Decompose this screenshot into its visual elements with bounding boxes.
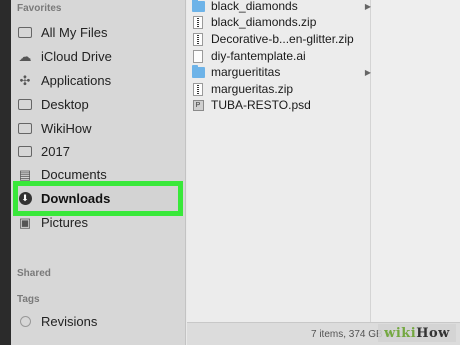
file-name: Decorative-b...en-glitter.zip xyxy=(211,32,354,46)
file-column: black_diamonds ▶ black_diamonds.zip Deco… xyxy=(187,0,371,322)
sidebar-item-label: Documents xyxy=(41,166,107,182)
sidebar-item-2017[interactable]: 2017 xyxy=(17,140,182,162)
sidebar-item-label: Revisions xyxy=(41,313,98,329)
sidebar-item-icloud-drive[interactable]: ☁ iCloud Drive xyxy=(17,45,182,67)
file-name: black_diamonds.zip xyxy=(211,15,317,29)
finder-window: Favorites All My Files ☁ iCloud Drive ✣ … xyxy=(11,0,460,345)
file-row[interactable]: marguerititas ▶ xyxy=(187,64,371,80)
file-browser: black_diamonds ▶ black_diamonds.zip Deco… xyxy=(187,0,460,345)
documents-icon: ▤ xyxy=(18,166,32,182)
watermark-part1: wiki xyxy=(384,325,417,341)
folder-icon xyxy=(17,120,33,136)
expand-arrow-icon: ▶ xyxy=(364,1,371,11)
file-name: TUBA-RESTO.psd xyxy=(211,98,311,112)
sidebar-item-label: Desktop xyxy=(41,96,89,112)
applications-icon: ✣ xyxy=(19,72,31,88)
tags-heading: Tags xyxy=(17,294,40,305)
expand-arrow-icon: ▶ xyxy=(364,67,371,77)
file-name: marguerititas xyxy=(211,65,281,79)
file-row[interactable]: diy-fantemplate.ai xyxy=(187,48,371,64)
sidebar-item-label: Pictures xyxy=(41,214,88,230)
sidebar-item-desktop[interactable]: Desktop xyxy=(17,93,182,115)
file-row[interactable]: margueritas.zip xyxy=(187,81,371,97)
download-icon: ⬇ xyxy=(17,190,33,206)
sidebar-item-label: 2017 xyxy=(41,143,70,159)
folder-icon xyxy=(191,64,205,79)
sidebar-item-applications[interactable]: ✣ Applications xyxy=(17,69,182,91)
sidebar-item-label: All My Files xyxy=(41,24,108,40)
document-icon xyxy=(191,49,205,63)
favorites-heading: Favorites xyxy=(17,3,62,14)
sidebar: Favorites All My Files ☁ iCloud Drive ✣ … xyxy=(11,0,186,345)
pictures-icon: ▣ xyxy=(18,214,32,230)
sidebar-item-label: WikiHow xyxy=(41,120,92,136)
cloud-icon: ☁ xyxy=(18,48,32,64)
sidebar-item-downloads[interactable]: ⬇ Downloads xyxy=(17,187,182,209)
sidebar-item-all-my-files[interactable]: All My Files xyxy=(17,21,182,43)
file-row[interactable]: black_diamonds.zip xyxy=(187,14,371,30)
file-row[interactable]: P TUBA-RESTO.psd xyxy=(187,97,371,113)
sidebar-item-label: Downloads xyxy=(41,190,111,206)
desktop-folder-icon xyxy=(17,96,33,112)
tag-icon xyxy=(17,313,33,329)
folder-icon xyxy=(17,143,33,159)
sidebar-item-wikihow[interactable]: WikiHow xyxy=(17,117,182,139)
psd-file-icon: P xyxy=(191,99,205,112)
wikihow-watermark: wiki How xyxy=(378,324,456,342)
all-files-icon xyxy=(17,24,33,40)
sidebar-item-label: iCloud Drive xyxy=(41,48,112,64)
shared-heading: Shared xyxy=(17,268,51,279)
folder-icon xyxy=(191,0,205,13)
sidebar-item-pictures[interactable]: ▣ Pictures xyxy=(17,211,182,233)
zip-file-icon xyxy=(191,15,205,29)
file-name: black_diamonds xyxy=(211,0,298,13)
zip-file-icon xyxy=(191,82,205,96)
sidebar-item-label: Applications xyxy=(41,72,112,88)
zip-file-icon xyxy=(191,32,205,46)
file-row[interactable]: Decorative-b...en-glitter.zip xyxy=(187,31,371,47)
file-name: diy-fantemplate.ai xyxy=(211,49,306,63)
sidebar-tag-revisions[interactable]: Revisions xyxy=(17,310,182,332)
watermark-part2: How xyxy=(416,325,450,341)
file-row[interactable]: black_diamonds ▶ xyxy=(187,0,371,14)
file-name: margueritas.zip xyxy=(211,82,294,96)
